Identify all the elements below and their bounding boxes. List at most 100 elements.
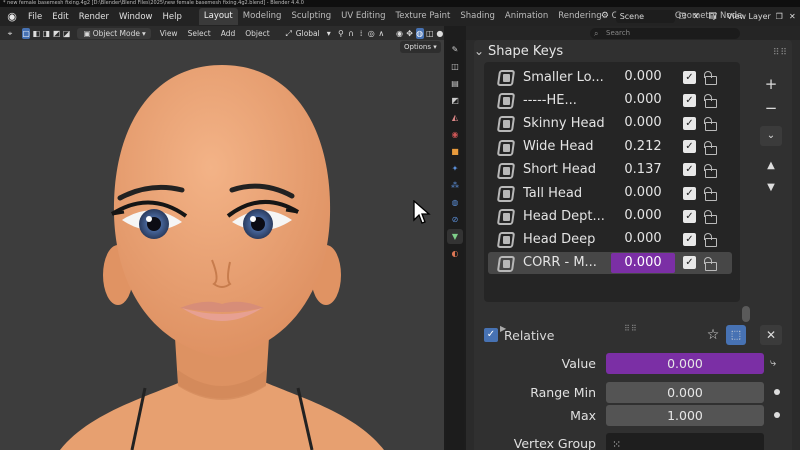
scene-icon[interactable]: ⚙ [598,10,612,23]
range-min-field[interactable]: 0.000 [606,381,764,403]
shape-key-mute-checkbox[interactable]: ✓ [683,186,696,200]
shape-key-value[interactable]: 0.000 [611,252,675,273]
shape-key-value[interactable]: 0.137 [611,160,675,180]
shape-key-value[interactable]: 0.000 [611,183,675,203]
select-intersect-icon[interactable]: ◪ [63,28,71,39]
shape-key-row[interactable]: Tall Head 0.000 ✓ [488,182,732,204]
falloff-icon[interactable]: ∧ [377,28,385,39]
shape-key-name[interactable]: Wide Head [523,139,607,154]
shape-key-name[interactable]: Tall Head [523,186,607,201]
shape-key-row[interactable]: Short Head 0.137 ✓ [488,159,732,181]
shape-key-value[interactable]: 0.000 [611,206,675,226]
tab-uv-editing[interactable]: UV Editing [336,8,390,25]
move-up-button[interactable]: ▲ [760,156,782,176]
tool-tab-icon[interactable]: ✎ [447,42,463,57]
chevron-down-icon[interactable]: ▾ [325,28,333,39]
lock-icon[interactable] [702,71,717,85]
shape-key-name[interactable]: Smaller Lo... [523,70,607,85]
blender-logo-icon[interactable]: ◉ [5,10,19,24]
select-box-icon[interactable]: ▢ [22,27,31,39]
new-scene-icon[interactable]: ❐ [677,11,689,23]
shape-key-name[interactable]: Skinny Head [523,116,607,131]
move-down-button[interactable]: ▼ [760,178,782,198]
shape-key-name[interactable]: Head Dept... [523,209,607,224]
lock-icon[interactable] [702,94,717,109]
snap-icon[interactable]: ∩ [347,28,355,39]
tab-shading[interactable]: Shading [455,8,500,25]
tab-modeling[interactable]: Modeling [238,8,287,25]
relative-checkbox[interactable]: ✓ [484,328,498,342]
menu-help[interactable]: Help [157,12,186,22]
shape-key-row[interactable]: CORR - M... 0.000 ✓ [488,251,732,274]
shape-key-mute-checkbox[interactable]: ✓ [683,209,696,223]
shape-key-mute-checkbox[interactable]: ✓ [683,70,696,84]
new-view-layer-icon[interactable]: ❐ [774,11,785,23]
data-tab-icon[interactable]: ▼ [447,229,463,244]
view-layer-icon[interactable]: ▤ [706,10,719,23]
lock-icon[interactable] [702,233,717,248]
shape-key-mute-checkbox[interactable]: ✓ [683,93,696,107]
editor-type-icon[interactable]: ⌖ [6,28,14,39]
drag-grip-icon[interactable]: ⠿⠿ [773,48,788,58]
menu-select[interactable]: Select [183,29,216,38]
gizmo-icon[interactable]: ✥ [406,28,414,39]
constraints-tab-icon[interactable]: ⊘ [447,212,463,227]
particles-tab-icon[interactable]: ⁂ [447,178,463,193]
xray-icon[interactable]: ◫ [426,28,434,39]
lock-icon[interactable] [702,187,717,201]
shape-key-row[interactable]: Head Dept... 0.000 ✓ [488,205,732,227]
shape-key-mute-checkbox[interactable]: ✓ [683,256,696,270]
shape-key-name[interactable]: Head Deep [523,232,607,247]
proportional-edit-icon[interactable]: ◎ [367,28,375,39]
shape-key-value[interactable]: 0.000 [611,90,675,110]
output-tab-icon[interactable]: ▤ [447,76,463,91]
shape-key-name[interactable]: -----HE... [523,93,607,108]
search-input[interactable]: Search [590,27,740,39]
shape-key-value[interactable]: 0.000 [611,229,675,249]
menu-window[interactable]: Window [114,12,158,22]
scene-name-field[interactable]: Scene [615,10,675,23]
max-field[interactable]: 1.000 [606,404,764,426]
render-tab-icon[interactable]: ◫ [447,59,463,74]
shape-key-mute-checkbox[interactable]: ✓ [683,232,696,246]
star-icon[interactable]: ☆ [702,325,724,345]
transform-orientation-icon[interactable]: ⤢ [285,28,293,39]
snap-target-icon[interactable]: ⁞ [357,28,365,39]
shape-key-value[interactable]: 0.000 [611,113,675,133]
overlay-icon[interactable]: ◍ [415,27,424,39]
edit-mode-shape-icon[interactable]: ⬚ [726,325,746,345]
specials-menu-button[interactable]: ⌄ [760,126,782,146]
tab-layout[interactable]: Layout [198,8,238,25]
delete-scene-icon[interactable]: ✕ [690,11,702,23]
keyframe-dot-icon[interactable] [774,412,780,418]
lock-icon[interactable] [702,117,717,132]
tab-sculpting[interactable]: Sculpting [286,8,336,25]
panel-title[interactable]: Shape Keys [488,44,563,59]
shape-key-mute-checkbox[interactable]: ✓ [683,140,696,154]
menu-add[interactable]: Add [216,29,241,38]
shape-key-name[interactable]: CORR - M... [523,255,607,270]
add-shape-key-button[interactable]: + [760,74,782,94]
menu-edit[interactable]: Edit [47,12,73,22]
lock-icon[interactable] [702,163,717,178]
lock-icon[interactable] [702,140,717,155]
vertex-group-field[interactable]: ⁙ [606,432,764,450]
visibility-icon[interactable]: ◉ [395,28,403,39]
delete-view-layer-icon[interactable]: ✕ [787,11,798,23]
lock-icon[interactable] [702,256,717,271]
clear-weights-button[interactable]: ✕ [760,325,782,345]
object-tab-icon[interactable]: ■ [447,144,463,159]
shape-key-row[interactable]: Head Deep 0.000 ✓ [488,228,732,250]
tab-animation[interactable]: Animation [500,8,553,25]
shape-key-name[interactable]: Short Head [523,162,607,177]
lock-icon[interactable] [702,210,717,225]
value-field[interactable]: 0.000 [606,352,764,374]
material-tab-icon[interactable]: ◐ [447,246,463,261]
select-difference-icon[interactable]: ◩ [52,28,61,39]
driver-arrow-icon[interactable]: ⤷ [770,356,776,370]
remove-shape-key-button[interactable]: − [760,98,782,118]
3d-viewport[interactable] [0,40,444,450]
menu-object[interactable]: Object [240,29,274,38]
select-subtract-icon[interactable]: ◨ [42,28,51,39]
shading-solid-icon[interactable]: ● [436,28,444,39]
